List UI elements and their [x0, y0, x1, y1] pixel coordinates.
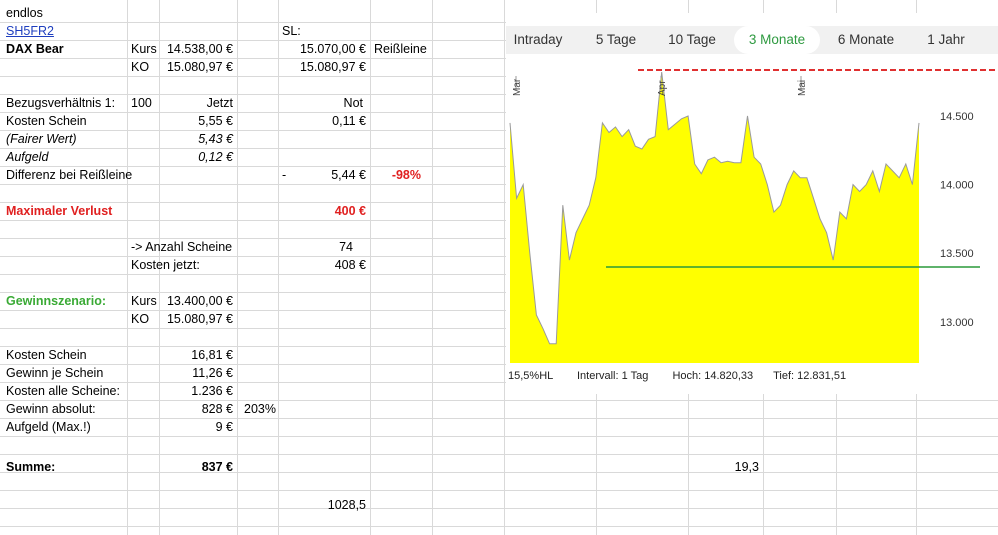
- bezug-label[interactable]: Bezugsverhältnis 1:: [6, 94, 115, 112]
- row-line: [0, 436, 998, 437]
- extra-value[interactable]: 19,3: [689, 458, 759, 476]
- ko-label[interactable]: KO: [131, 58, 149, 76]
- cut-off-legend: [506, 387, 766, 394]
- kosten-jetzt-value[interactable]: 408 €: [279, 256, 366, 274]
- jetzt-header[interactable]: Jetzt: [160, 94, 233, 112]
- kosten-schein-label[interactable]: Kosten Schein: [6, 112, 87, 130]
- kurs-label[interactable]: Kurs: [131, 40, 157, 58]
- tab-10-tage[interactable]: 10 Tage: [662, 26, 722, 54]
- hl-label: 15,5%HL: [508, 370, 553, 382]
- y-tick-label: 13.000: [940, 317, 974, 329]
- row-line: [0, 454, 998, 455]
- cut-off-legend-marks: [506, 391, 766, 394]
- hoch-label: Hoch: 14.820,33: [672, 370, 754, 382]
- bezug-value[interactable]: 100: [131, 94, 152, 112]
- month-label: Mai: [797, 80, 808, 96]
- fairer-wert-value[interactable]: 5,43 €: [160, 130, 233, 148]
- ko2-label[interactable]: KO: [131, 310, 149, 328]
- summe-label[interactable]: Summe:: [6, 458, 55, 476]
- y-tick-label: 14.500: [940, 111, 974, 123]
- row-line: [0, 526, 998, 527]
- agm-value[interactable]: 9 €: [160, 418, 233, 436]
- row-line: [0, 490, 998, 491]
- tab-5-tage[interactable]: 5 Tage: [590, 26, 642, 54]
- kosten-schein-value[interactable]: 5,55 €: [160, 112, 233, 130]
- row-line: [0, 400, 998, 401]
- column-line: [432, 0, 433, 535]
- anzahl-value[interactable]: 74: [279, 238, 353, 256]
- differenz-dash[interactable]: -: [282, 166, 286, 184]
- kas-label[interactable]: Kosten alle Scheine:: [6, 382, 120, 400]
- price-chart: Mar Apr Mai 13.000 13.500 14.000 14.500: [506, 57, 998, 368]
- differenz-value[interactable]: 5,44 €: [290, 166, 366, 184]
- kosten-schein-not[interactable]: 0,11 €: [279, 112, 366, 130]
- chart-panel: Intraday 5 Tage 10 Tage 3 Monate 6 Monat…: [506, 13, 998, 394]
- max-verlust-label[interactable]: Maximaler Verlust: [6, 202, 112, 220]
- ga-value[interactable]: 828 €: [160, 400, 233, 418]
- ga-percent[interactable]: 203%: [244, 400, 276, 418]
- tief-label: Tief: 12.831,51: [773, 370, 847, 382]
- anzahl-label[interactable]: -> Anzahl Scheine: [131, 238, 232, 256]
- ks-label[interactable]: Kosten Schein: [6, 346, 87, 364]
- price-area: [510, 72, 919, 363]
- sl-label[interactable]: SL:: [282, 22, 301, 40]
- aufgeld-value[interactable]: 0,12 €: [160, 148, 233, 166]
- bottom-value[interactable]: 1028,5: [279, 496, 366, 514]
- gewinnszenario-label[interactable]: Gewinnszenario:: [6, 292, 106, 310]
- column-line: [237, 0, 238, 535]
- month-label: Apr: [657, 80, 668, 96]
- kosten-jetzt-label[interactable]: Kosten jetzt:: [131, 256, 200, 274]
- ko2-value[interactable]: 15.080,97 €: [160, 310, 233, 328]
- y-tick-label: 13.500: [940, 248, 974, 260]
- row-line: [0, 508, 998, 509]
- row-line: [0, 472, 998, 473]
- intervall-label: Intervall: 1 Tag: [576, 370, 649, 382]
- differenz-label[interactable]: Differenz bei Reißleine: [6, 166, 132, 184]
- tab-1-jahr[interactable]: 1 Jahr: [920, 26, 972, 54]
- differenz-percent[interactable]: -98%: [371, 166, 421, 184]
- chart-footer: 15,5%HL Intervall: 1 Tag Hoch: 14.820,33…: [508, 368, 846, 384]
- gjs-label[interactable]: Gewinn je Schein: [6, 364, 103, 382]
- row-line: [0, 418, 998, 419]
- price-chart-svg: Mar Apr Mai 13.000 13.500 14.000 14.500: [509, 57, 998, 363]
- column-line: [370, 0, 371, 535]
- ga-label[interactable]: Gewinn absolut:: [6, 400, 96, 418]
- fairer-wert-label[interactable]: (Fairer Wert): [6, 130, 77, 148]
- summe-value[interactable]: 837 €: [160, 458, 233, 476]
- month-label: Mar: [512, 78, 523, 96]
- tab-6-monate[interactable]: 6 Monate: [832, 26, 900, 54]
- column-line: [504, 0, 505, 535]
- gjs-value[interactable]: 11,26 €: [160, 364, 233, 382]
- column-line: [127, 0, 128, 535]
- timeframe-tabs: Intraday 5 Tage 10 Tage 3 Monate 6 Monat…: [506, 26, 998, 54]
- not-header[interactable]: Not: [279, 94, 363, 112]
- y-tick-label: 14.000: [940, 180, 974, 192]
- ko-value-2[interactable]: 15.080,97 €: [279, 58, 366, 76]
- tab-intraday[interactable]: Intraday: [506, 26, 570, 54]
- kurs2-value[interactable]: 13.400,00 €: [160, 292, 233, 310]
- kurs-value[interactable]: 14.538,00 €: [160, 40, 233, 58]
- tab-3-monate[interactable]: 3 Monate: [734, 26, 820, 54]
- product-name[interactable]: DAX Bear: [6, 40, 64, 58]
- kas-value[interactable]: 1.236 €: [160, 382, 233, 400]
- sl-value[interactable]: 15.070,00 €: [279, 40, 366, 58]
- product-link[interactable]: SH5FR2: [6, 22, 54, 40]
- agm-label[interactable]: Aufgeld (Max.!): [6, 418, 91, 436]
- max-verlust-value[interactable]: 400 €: [279, 202, 366, 220]
- ko-value[interactable]: 15.080,97 €: [160, 58, 233, 76]
- ks-value[interactable]: 16,81 €: [160, 346, 233, 364]
- cell-a1[interactable]: endlos: [6, 4, 43, 22]
- kurs2-label[interactable]: Kurs: [131, 292, 157, 310]
- aufgeld-label[interactable]: Aufgeld: [6, 148, 48, 166]
- reissleine-label[interactable]: Reißleine: [374, 40, 427, 58]
